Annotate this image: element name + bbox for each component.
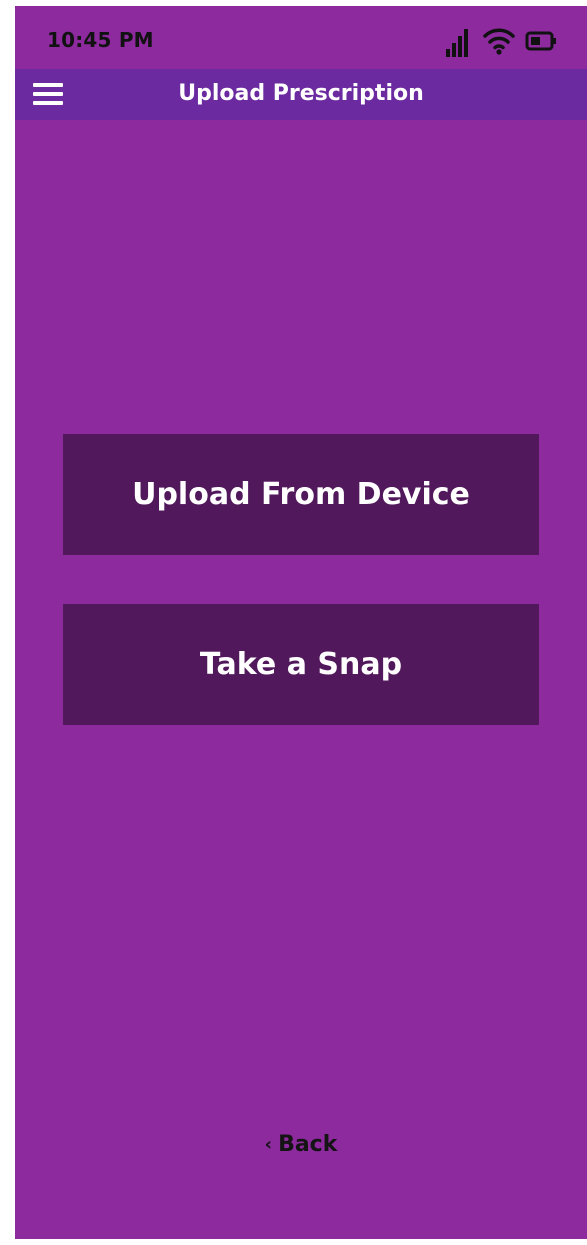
status-icons	[445, 24, 557, 58]
signal-icon	[446, 29, 468, 57]
status-time: 10:45 PM	[47, 28, 154, 52]
status-bar: 10:45 PM	[15, 6, 587, 69]
page-title: Upload Prescription	[178, 81, 424, 106]
battery-icon	[525, 31, 556, 51]
phone-screen: 10:45 PM Upload Prescription Upload From…	[15, 6, 587, 1239]
wifi-icon	[483, 28, 515, 55]
app-bar: Upload Prescription	[15, 69, 587, 120]
back-button[interactable]: ‹ Back	[15, 1132, 587, 1157]
upload-from-device-button[interactable]: Upload From Device	[63, 434, 539, 555]
chevron-left-icon: ‹	[264, 1133, 273, 1155]
back-label: Back	[278, 1132, 338, 1157]
take-a-snap-button[interactable]: Take a Snap	[63, 604, 539, 725]
